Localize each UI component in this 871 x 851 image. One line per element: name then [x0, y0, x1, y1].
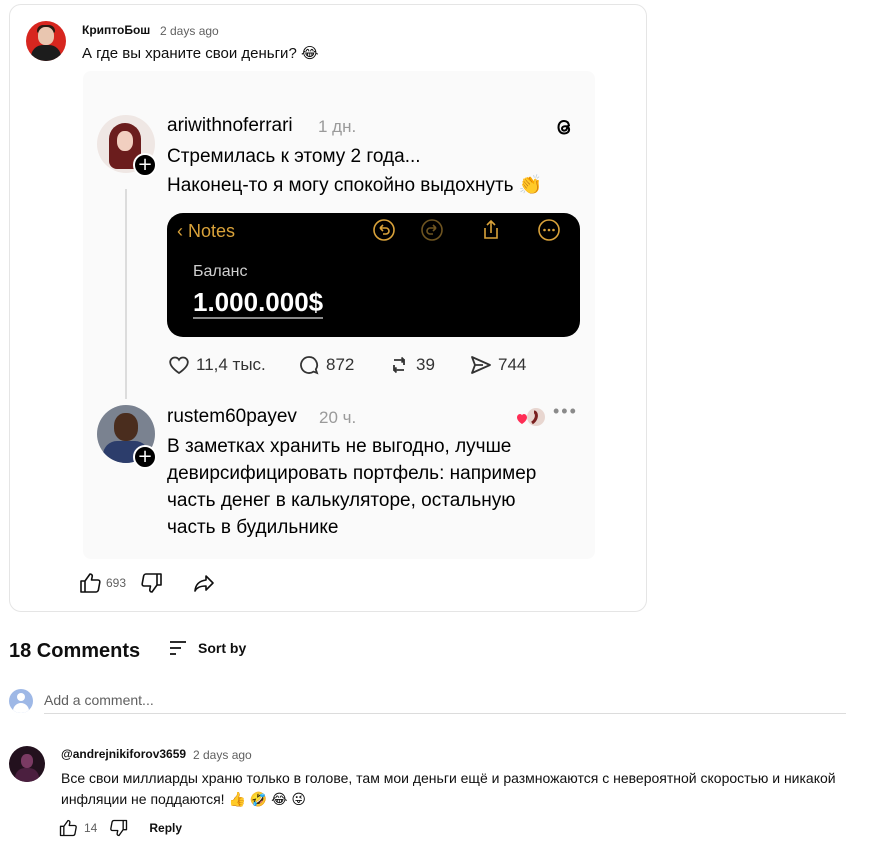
sort-icon: [170, 641, 186, 655]
commenter-avatar[interactable]: [9, 746, 45, 782]
sort-by-button[interactable]: Sort by: [168, 638, 246, 658]
reply-button[interactable]: Reply: [149, 821, 182, 835]
thread-text-line2: Наконец-то я могу спокойно выдохнуть 👏: [167, 175, 543, 196]
share-arrow-icon[interactable]: [192, 571, 216, 595]
thread-comments: 872: [297, 353, 354, 377]
send-icon: [471, 356, 491, 374]
community-post-card: КриптоБош 2 days ago А где вы храните св…: [9, 4, 647, 612]
plus-icon: +: [133, 445, 157, 469]
redo-icon: [421, 219, 443, 241]
comment-timestamp[interactable]: 2 days ago: [193, 748, 252, 762]
post-like-count: 693: [106, 576, 127, 590]
add-comment-input[interactable]: [44, 687, 846, 714]
reply-username: rustem60payev: [167, 406, 297, 427]
undo-icon: [373, 219, 395, 241]
comment-text: Все свои миллиарды храню только в голове…: [61, 770, 836, 807]
current-user-avatar: [9, 689, 33, 713]
comments-count-heading: 18 Comments: [9, 640, 141, 662]
reply-more-icon: •••: [553, 401, 578, 421]
post-text: А где вы храните свои деньги? 😂: [82, 45, 319, 62]
comment-like-count: 14: [84, 821, 98, 835]
author-avatar[interactable]: [26, 21, 66, 61]
thread-time: 1 дн.: [318, 117, 357, 136]
reply-text-line3: часть денег в калькуляторе, остальную: [167, 490, 516, 511]
comment-actions: 14 Reply: [58, 816, 182, 840]
plus-icon: +: [133, 153, 157, 177]
reply-time: 20 ч.: [319, 408, 357, 427]
post-timestamp[interactable]: 2 days ago: [160, 24, 219, 38]
reply-text-line4: часть в будильнике: [167, 517, 339, 538]
comment-like-icon[interactable]: [58, 818, 78, 838]
reply-text-line2: девирсифицировать портфель: например: [167, 463, 537, 484]
comment-bubble-icon: [300, 356, 319, 375]
thread-likes: 11,4 тыс.: [167, 353, 266, 377]
threads-logo-icon: [557, 119, 571, 135]
like-icon[interactable]: [78, 571, 102, 595]
notes-back-link: ‹ Notes: [177, 221, 236, 241]
sort-by-label: Sort by: [198, 640, 247, 656]
more-circle-icon: [538, 219, 560, 241]
thread-connector-line: [125, 189, 127, 399]
dislike-icon[interactable]: [140, 571, 164, 595]
post-author-name[interactable]: КриптоБош: [82, 23, 150, 37]
thread-username: ariwithnoferrari: [167, 115, 293, 136]
reply-text-line1: В заметках хранить не выгодно, лучше: [167, 436, 512, 457]
share-icon: [484, 219, 498, 239]
post-image[interactable]: + ariwithnoferrari 1 дн. Стремилась к эт…: [83, 71, 595, 559]
thread-reposts: 39: [387, 353, 435, 377]
notes-screenshot: ‹ Notes Баланс 1.000.000$: [167, 213, 580, 337]
balance-value: 1.000.000$: [193, 287, 324, 319]
liked-heart-avatar-icon: [517, 408, 545, 426]
thread-text-line1: Стремилась к этому 2 года...: [167, 146, 421, 167]
repost-icon: [393, 356, 405, 374]
comment-author[interactable]: @andrejnikiforov3659: [61, 747, 186, 761]
comment-dislike-icon[interactable]: [109, 818, 129, 838]
thread-shares: 744: [469, 353, 526, 377]
balance-label: Баланс: [193, 263, 248, 280]
post-actions: 693: [78, 571, 216, 595]
heart-icon: [169, 356, 189, 375]
